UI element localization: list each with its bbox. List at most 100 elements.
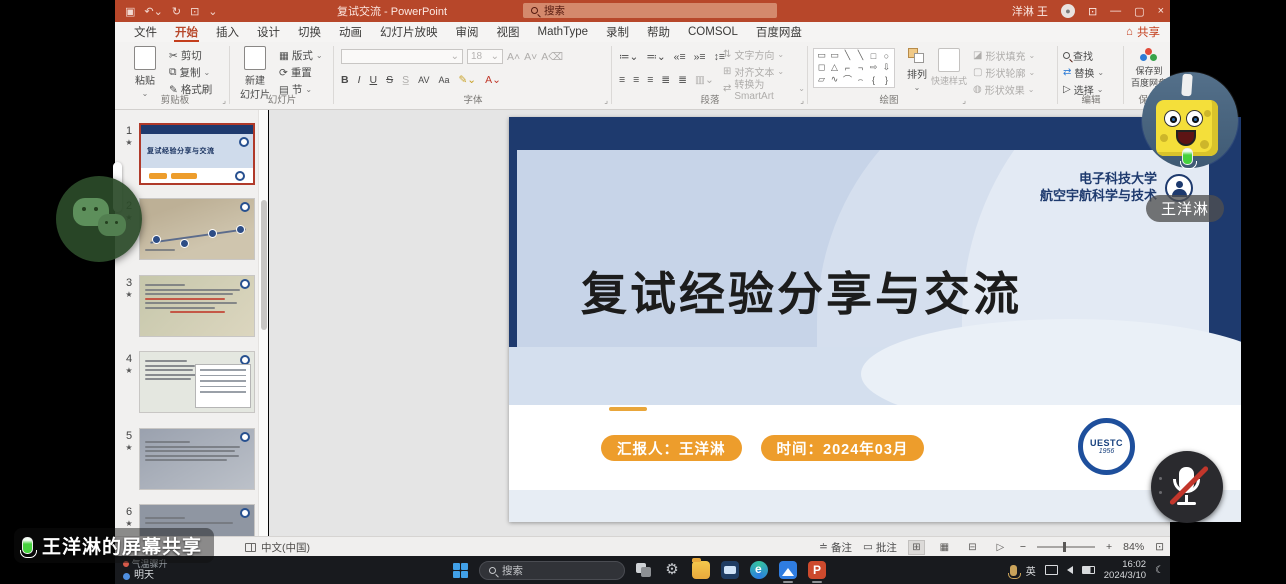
comments-toggle[interactable]: ▭批注: [863, 540, 897, 555]
tab-home[interactable]: 开始: [166, 22, 207, 42]
tab-record[interactable]: 录制: [597, 22, 638, 42]
distribute-button[interactable]: ≣: [678, 74, 687, 86]
shrink-font-icon[interactable]: A˅: [524, 51, 537, 63]
paragraph-dialog-launcher[interactable]: ⌟: [800, 96, 804, 105]
slide-thumbnail-4[interactable]: [139, 351, 255, 413]
tray-battery-icon[interactable]: [1082, 566, 1095, 574]
wechat-floating-icon[interactable]: [56, 176, 142, 262]
proofing-icon[interactable]: [245, 543, 256, 552]
mute-microphone-button[interactable]: [1151, 451, 1223, 523]
tray-speaker-icon[interactable]: [1067, 566, 1073, 574]
account-avatar[interactable]: ●: [1061, 4, 1075, 18]
tab-review[interactable]: 审阅: [447, 22, 488, 42]
clipboard-dialog-launcher[interactable]: ⌟: [222, 96, 226, 105]
change-case-button[interactable]: Aa: [438, 75, 449, 85]
ribbon-display-options-icon[interactable]: ⊡: [1088, 5, 1097, 18]
undo-icon[interactable]: ↶⌄: [144, 5, 162, 18]
zoom-level[interactable]: 84%: [1123, 541, 1144, 553]
save-icon[interactable]: ▣: [125, 5, 135, 18]
slide-sorter-view-button[interactable]: ▦: [936, 540, 953, 555]
font-name-combo[interactable]: ⌄: [341, 49, 463, 64]
tellme-search-box[interactable]: 搜索: [523, 3, 777, 18]
zoom-in-button[interactable]: +: [1106, 541, 1112, 553]
taskbar-clock[interactable]: 16:02 2024/3/10: [1104, 559, 1146, 581]
redo-icon[interactable]: ↻: [172, 5, 181, 18]
find-button[interactable]: 查找: [1063, 48, 1093, 63]
bold-button[interactable]: B: [341, 74, 349, 86]
justify-button[interactable]: ≣: [661, 74, 670, 86]
bullets-button[interactable]: ≔⌄: [619, 51, 638, 63]
tray-display-icon[interactable]: [1045, 565, 1058, 575]
italic-button[interactable]: I: [358, 74, 361, 86]
align-right-button[interactable]: ≡: [647, 74, 653, 86]
increase-indent-button[interactable]: »≡: [694, 51, 706, 63]
replace-button[interactable]: ⇄替换⌄: [1063, 65, 1104, 80]
columns-button[interactable]: ▥⌄: [695, 74, 714, 86]
tab-insert[interactable]: 插入: [207, 22, 248, 42]
task-view-button[interactable]: [636, 563, 652, 577]
grow-font-icon[interactable]: A˄: [507, 51, 520, 63]
shape-outline-button[interactable]: ▢形状轮廓⌄: [973, 65, 1035, 80]
decrease-indent-button[interactable]: «≡: [674, 51, 686, 63]
minimize-icon[interactable]: —: [1110, 5, 1121, 17]
night-mode-icon[interactable]: ☾: [1155, 565, 1164, 576]
align-left-button[interactable]: ≡: [619, 74, 625, 86]
char-spacing-button[interactable]: AV: [418, 75, 429, 85]
zoom-slider[interactable]: [1037, 546, 1095, 548]
drawing-dialog-launcher[interactable]: ⌟: [962, 96, 966, 105]
edge-browser-icon[interactable]: [750, 561, 768, 579]
slide-thumbnail-2[interactable]: [139, 198, 255, 260]
zoom-slider-handle[interactable]: [1063, 542, 1066, 552]
zoom-out-button[interactable]: −: [1020, 541, 1026, 553]
slide-title-text[interactable]: 复试经验分享与交流: [581, 258, 1022, 324]
file-explorer-icon[interactable]: [692, 561, 710, 579]
start-button[interactable]: [453, 563, 468, 578]
shapes-gallery[interactable]: ▭▭╲╲□○ ◻△⌐¬⇨⇩ ▱∿⌒⌢{}: [813, 48, 895, 88]
tab-baidu-pan[interactable]: 百度网盘: [747, 22, 811, 42]
slide-thumbnail-1[interactable]: 复试经验分享与交流: [139, 123, 255, 185]
font-color-button[interactable]: A⌄: [485, 74, 501, 86]
paste-button[interactable]: 粘贴⌄: [125, 46, 165, 98]
taskbar-search-box[interactable]: 搜索: [479, 561, 625, 580]
qat-customize-icon[interactable]: ⌄: [208, 5, 217, 18]
thumbnail-scrollbar-handle[interactable]: [261, 200, 267, 330]
maximize-icon[interactable]: ▢: [1134, 5, 1144, 18]
reset-button[interactable]: ⟳重置: [279, 65, 312, 80]
strikethrough-button[interactable]: S: [386, 74, 393, 86]
tray-mic-icon[interactable]: [1010, 565, 1017, 576]
blue-app-icon[interactable]: [779, 561, 797, 579]
shape-fill-button[interactable]: ◪形状填充⌄: [973, 48, 1035, 63]
normal-view-button[interactable]: ⊞: [908, 540, 925, 555]
thumbnail-scrollbar[interactable]: [258, 110, 268, 536]
tab-transitions[interactable]: 切换: [289, 22, 330, 42]
layout-button[interactable]: ▦版式⌄: [279, 48, 323, 63]
reading-view-button[interactable]: ⊟: [964, 540, 981, 555]
tab-view[interactable]: 视图: [488, 22, 529, 42]
numbering-button[interactable]: ≕⌄: [646, 51, 665, 63]
text-direction-button[interactable]: ⇅文字方向⌄: [723, 47, 784, 62]
underline-button[interactable]: U: [370, 74, 378, 86]
notes-toggle[interactable]: ≐备注: [819, 540, 852, 555]
shape-effects-button[interactable]: ◍形状效果⌄: [973, 82, 1034, 97]
tab-file[interactable]: 文件: [125, 22, 166, 42]
text-shadow-button[interactable]: S̲: [402, 74, 409, 86]
language-indicator[interactable]: 中文(中国): [261, 540, 310, 555]
slide-thumbnail-5[interactable]: [139, 428, 255, 490]
tab-help[interactable]: 帮助: [638, 22, 679, 42]
share-button[interactable]: ⌂ 共享: [1126, 22, 1160, 42]
font-dialog-launcher[interactable]: ⌟: [604, 96, 608, 105]
media-app-icon[interactable]: [721, 561, 739, 579]
date-pill[interactable]: 时间：2024年03月: [761, 435, 925, 461]
tab-comsol[interactable]: COMSOL: [679, 22, 747, 42]
cut-button[interactable]: ✂剪切: [169, 48, 202, 63]
slideshow-view-button[interactable]: ▷: [992, 540, 1009, 555]
close-icon[interactable]: ×: [1158, 5, 1164, 17]
slide-thumbnail-3[interactable]: [139, 275, 255, 337]
align-center-button[interactable]: ≡: [633, 74, 639, 86]
tab-design[interactable]: 设计: [248, 22, 289, 42]
current-slide[interactable]: 电子科技大学 航空宇航科学与技术 复试经验分享与交流 汇报人：王洋淋 时间：20…: [509, 117, 1241, 522]
powerpoint-taskbar-icon[interactable]: P: [808, 561, 826, 579]
copy-button[interactable]: ⧉复制⌄: [169, 65, 210, 80]
clear-format-icon[interactable]: A⌫: [541, 51, 563, 63]
tab-animations[interactable]: 动画: [330, 22, 371, 42]
